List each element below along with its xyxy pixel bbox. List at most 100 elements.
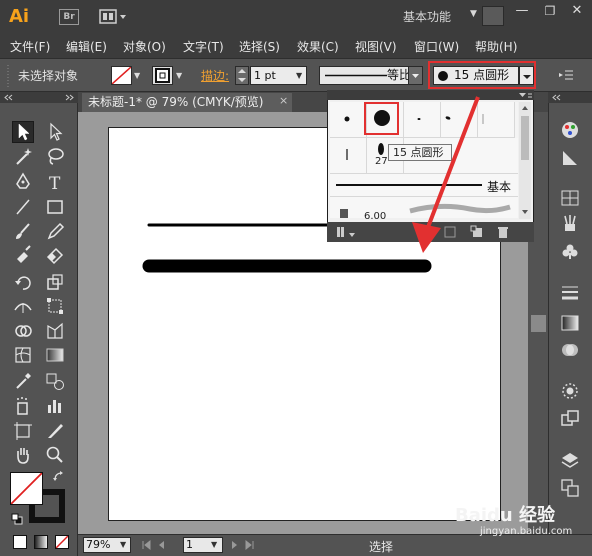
free-transform-tool[interactable] [44, 295, 66, 317]
stroke-swatch[interactable] [152, 66, 173, 85]
rotate-tool[interactable] [12, 271, 34, 293]
artboard-nav-back[interactable] [140, 538, 180, 552]
line-segment-tool[interactable] [12, 196, 34, 218]
maximize-button[interactable]: ❐ [536, 2, 564, 20]
layers-icon[interactable] [559, 449, 581, 471]
graphic-styles-icon[interactable] [559, 408, 581, 430]
color-guide-icon[interactable] [559, 147, 581, 169]
perspective-grid-tool[interactable] [44, 320, 66, 342]
direct-selection-tool[interactable] [44, 121, 66, 143]
brush-cell-oval[interactable] [441, 102, 478, 138]
chevron-down-icon[interactable]: ▼ [120, 540, 126, 549]
menu-window[interactable]: 窗口(W) [414, 38, 459, 55]
menu-select[interactable]: 选择(S) [239, 38, 280, 55]
free-transform-icon [47, 298, 63, 314]
artboards-panel-icon[interactable] [559, 477, 581, 499]
stroke-panel-icon[interactable] [559, 282, 581, 304]
fill-dropdown-icon[interactable]: ▼ [134, 71, 140, 80]
shape-builder-icon [15, 325, 32, 337]
brush-scroll-thumb[interactable] [521, 116, 529, 160]
delete-brush-icon[interactable] [496, 225, 510, 239]
status-readout[interactable]: 选择 [369, 538, 393, 555]
stroke-weight-spinner[interactable] [235, 66, 249, 85]
docked-panels-header[interactable] [548, 92, 592, 103]
stroke-dropdown-icon[interactable]: ▼ [176, 71, 182, 80]
fill-color-front[interactable] [10, 472, 43, 505]
control-bar-grip[interactable] [6, 63, 10, 89]
brush-cell-vertical-stroke[interactable] [330, 138, 367, 174]
zoom-tool[interactable] [44, 444, 66, 466]
stroke-label[interactable]: 描边: [201, 67, 229, 84]
paintbrush-tool[interactable] [12, 220, 34, 242]
swatches-icon[interactable] [559, 187, 581, 209]
lasso-tool[interactable] [44, 145, 66, 167]
color-panel-icon[interactable] [559, 119, 581, 141]
menu-file[interactable]: 文件(F) [10, 38, 50, 55]
menu-help[interactable]: 帮助(H) [475, 38, 517, 55]
artboard-tool[interactable] [12, 420, 34, 442]
search-box[interactable] [482, 6, 504, 26]
new-brush-icon[interactable] [470, 225, 484, 239]
width-tool[interactable] [12, 295, 34, 317]
default-fill-stroke-icon[interactable] [11, 513, 23, 525]
no-fill-icon [55, 535, 69, 549]
artboard-nav-forward[interactable] [228, 538, 268, 552]
shape-builder-tool[interactable] [12, 320, 34, 342]
brush-row-artistic[interactable] [330, 197, 518, 218]
pen-icon [16, 172, 30, 189]
eraser-tool[interactable] [44, 243, 66, 265]
gradient-tool[interactable] [44, 344, 66, 366]
symbols-icon[interactable] [559, 241, 581, 263]
minimize-button[interactable]: — [508, 2, 536, 20]
appearance-icon[interactable] [559, 380, 581, 402]
hand-tool[interactable] [12, 444, 34, 466]
blend-tool[interactable] [44, 370, 66, 392]
gradient-mode-button[interactable] [34, 535, 48, 549]
close-window-button[interactable]: ✕ [563, 2, 591, 20]
menu-type[interactable]: 文字(T) [183, 38, 224, 55]
transparency-icon[interactable] [559, 339, 581, 361]
brush-cell-hairline[interactable] [478, 102, 515, 138]
brush-libraries-menu-icon[interactable] [335, 225, 357, 239]
arrange-documents-button[interactable] [99, 9, 127, 25]
brush-tooltip: 15 点圆形 [388, 144, 452, 161]
menu-object[interactable]: 对象(O) [123, 38, 166, 55]
chevron-down-icon[interactable]: ▼ [470, 9, 477, 19]
menu-effect[interactable]: 效果(C) [297, 38, 339, 55]
brush-cell-small-dot[interactable] [330, 102, 367, 138]
brushes-panel-icon[interactable] [559, 212, 581, 234]
fill-swatch[interactable] [111, 66, 132, 85]
mesh-tool[interactable] [12, 344, 34, 366]
panel-menu-icon[interactable] [557, 68, 575, 82]
scale-tool[interactable] [44, 271, 66, 293]
eyedropper-tool[interactable] [12, 370, 34, 392]
menu-edit[interactable]: 编辑(E) [66, 38, 107, 55]
close-tab-icon[interactable]: × [279, 94, 288, 107]
none-mode-button[interactable] [55, 535, 69, 549]
chevron-down-icon[interactable]: ▼ [296, 71, 302, 80]
workspace-switcher[interactable]: 基本功能 [403, 8, 451, 25]
profile-dropdown-button[interactable] [408, 66, 423, 85]
rectangle-tool[interactable] [44, 196, 66, 218]
scrollbar-thumb[interactable] [531, 315, 546, 332]
magic-wand-tool[interactable] [12, 145, 34, 167]
brush-options-icon[interactable] [443, 225, 457, 239]
document-tab[interactable]: 未标题-1* @ 79% (CMYK/预览) [82, 93, 292, 112]
brushes-panel-header[interactable] [327, 90, 534, 100]
menu-view[interactable]: 视图(V) [355, 38, 397, 55]
pencil-tool[interactable] [44, 220, 66, 242]
slice-tool[interactable] [44, 420, 66, 442]
type-tool[interactable]: T [44, 171, 66, 194]
selection-tool[interactable] [12, 121, 34, 143]
tools-panel-header[interactable] [0, 92, 78, 103]
brush-cell-tiny-dot[interactable] [404, 102, 441, 138]
color-mode-button[interactable] [13, 535, 27, 549]
blob-brush-tool[interactable] [12, 243, 34, 265]
gradient-panel-icon[interactable] [559, 312, 581, 334]
chevron-down-icon[interactable]: ▼ [211, 540, 217, 549]
symbol-sprayer-tool[interactable] [12, 395, 34, 417]
swap-fill-stroke-icon[interactable] [52, 470, 66, 484]
column-graph-tool[interactable] [44, 395, 66, 417]
bridge-button[interactable]: Br [59, 9, 79, 25]
pen-tool[interactable] [12, 171, 34, 193]
